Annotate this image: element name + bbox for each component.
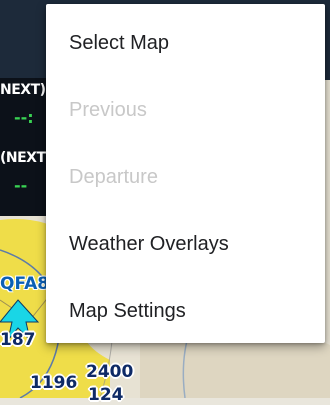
hud-next-label-2: (NEXT <box>0 150 46 166</box>
menu-item-label: Previous <box>69 99 147 121</box>
menu-item-weather-overlays[interactable]: Weather Overlays <box>46 211 325 278</box>
menu-item-label: Weather Overlays <box>69 233 229 255</box>
menu-item-label: Select Map <box>69 32 170 54</box>
menu-item-label: Map Settings <box>69 300 186 322</box>
map-altitude-label: 2400 <box>86 362 134 382</box>
airport-label[interactable]: QFA8 <box>0 274 49 294</box>
map-altitude-label: 1196 <box>30 373 78 393</box>
map-altitude-label: 124 <box>88 385 124 405</box>
menu-item-departure[interactable]: Departure <box>46 144 325 211</box>
map-altitude-label: 187 <box>0 330 36 350</box>
hud-next-value: --: <box>14 108 34 127</box>
menu-item-label: Departure <box>69 166 158 188</box>
overflow-menu: Select Map Previous Departure Weather Ov… <box>46 4 325 343</box>
hud-next-value-2: -- <box>14 176 28 195</box>
menu-item-select-map[interactable]: Select Map <box>46 10 325 77</box>
hud-next-label: NEXT) <box>0 82 46 98</box>
menu-item-previous[interactable]: Previous <box>46 77 325 144</box>
menu-item-map-settings[interactable]: Map Settings <box>46 278 325 345</box>
